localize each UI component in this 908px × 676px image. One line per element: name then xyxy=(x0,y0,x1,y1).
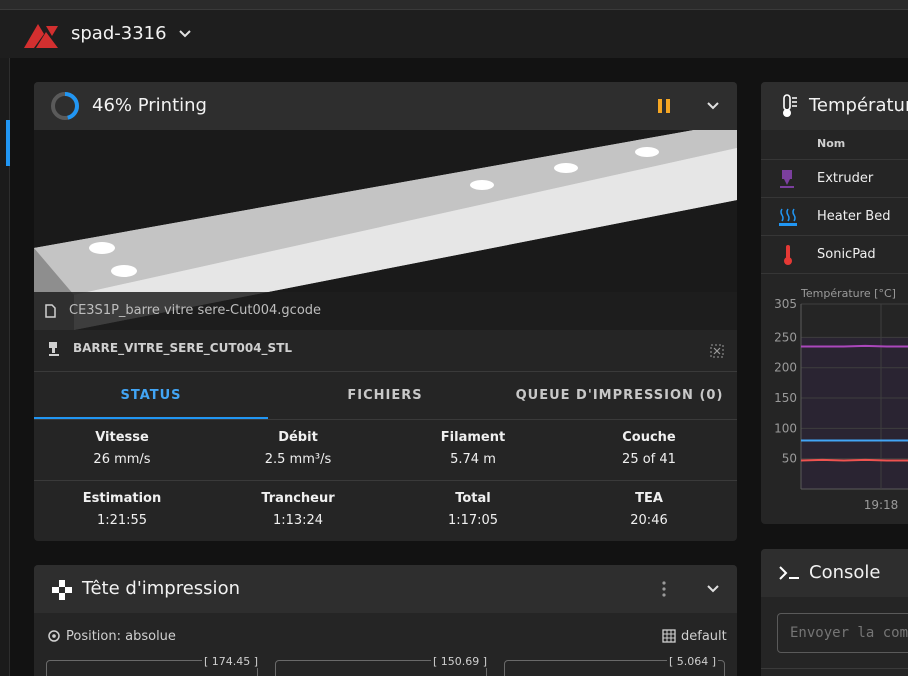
nav-active-indicator[interactable] xyxy=(6,120,10,166)
collapse-chevron-icon[interactable] xyxy=(706,582,720,596)
tab-files[interactable]: FICHIERS xyxy=(268,372,502,420)
printer-name[interactable]: spad-3316 xyxy=(71,23,167,44)
stat-total-value: 1:17:05 xyxy=(447,513,499,528)
status-card: 46% Printing CE3S1P_barre vitre sere-Cut… xyxy=(34,82,737,541)
divider xyxy=(761,668,908,669)
heater-bed-icon xyxy=(779,208,797,226)
divider xyxy=(34,480,737,481)
object-icon xyxy=(49,342,59,356)
stat-filament-value: 5.74 m xyxy=(450,452,496,467)
collapse-chevron-icon[interactable] xyxy=(706,99,720,113)
stat-filament-label: Filament xyxy=(440,430,506,445)
sensor-name: Extruder xyxy=(817,171,874,186)
stat-eta-value: 20:46 xyxy=(630,513,668,528)
stat-flow-label: Débit xyxy=(278,430,318,445)
position-mode-label: Position: absolue xyxy=(66,629,176,644)
extruder-icon xyxy=(780,170,794,188)
column-name-header: Nom xyxy=(817,137,846,150)
chevron-down-icon[interactable] xyxy=(178,27,192,41)
chart-y-tick-label: 305 xyxy=(774,297,797,311)
window-top-strip xyxy=(0,0,908,10)
sensor-row-sonicpad[interactable]: SonicPad xyxy=(761,235,908,273)
stat-layer-label: Couche xyxy=(622,430,676,445)
stat-total-label: Total xyxy=(455,491,491,506)
print-status-title: 46% Printing xyxy=(92,95,207,116)
thermometer-icon xyxy=(783,94,797,117)
object-name: BARRE_VITRE_SERE_CUT004_STL xyxy=(73,341,293,355)
progress-ring-icon xyxy=(51,92,79,120)
chart-y-tick-label: 50 xyxy=(782,452,797,466)
chart-y-tick-label: 100 xyxy=(774,421,797,435)
chart-x-tick-label: 19:18 xyxy=(864,498,899,512)
status-card-header: 46% Printing xyxy=(34,82,737,130)
stat-estimate-label: Estimation xyxy=(82,491,162,506)
more-vertical-icon[interactable] xyxy=(661,580,667,598)
printer-brand-logo-icon[interactable] xyxy=(22,20,60,50)
position-y-max: [ 150.69 ] xyxy=(431,655,490,668)
app-bar: spad-3316 xyxy=(0,10,908,58)
chart-series-line-extruder xyxy=(801,344,908,348)
position-z-max: [ 5.064 ] xyxy=(667,655,719,668)
stat-eta-label: TEA xyxy=(635,491,663,506)
console-card-header: Console xyxy=(761,549,908,597)
filename-overlay: CE3S1P_barre vitre sere-Cut004.gcode xyxy=(34,292,737,330)
thermometer-icon xyxy=(784,245,792,265)
chart-y-tick-label: 200 xyxy=(774,361,797,375)
tab-status[interactable]: STATUS xyxy=(34,372,268,420)
stat-speed-label: Vitesse xyxy=(95,430,149,445)
console-command-input[interactable] xyxy=(777,613,908,653)
file-icon xyxy=(45,304,56,318)
chart-y-tick-label: 250 xyxy=(774,330,797,344)
chart-y-tick-label: 150 xyxy=(774,391,797,405)
sensor-name: SonicPad xyxy=(817,247,876,262)
profile-label[interactable]: default xyxy=(681,629,727,644)
console-prompt-icon xyxy=(779,566,799,580)
divider xyxy=(761,273,908,274)
temperature-chart: Température [°C]305 250 200 150 100 50 19:18 xyxy=(761,285,908,517)
stat-speed-value: 26 mm/s xyxy=(93,452,151,467)
gamepad-icon xyxy=(52,580,72,600)
console-title: Console xyxy=(809,562,881,583)
gcode-filename: CE3S1P_barre vitre sere-Cut004.gcode xyxy=(69,303,322,318)
grid-icon xyxy=(662,629,676,643)
position-x-max: [ 174.45 ] xyxy=(202,655,261,668)
chart-plot-area xyxy=(801,337,908,489)
tab-print-queue[interactable]: QUEUE D'IMPRESSION (0) xyxy=(502,372,737,420)
stat-flow-value: 2.5 mm³/s xyxy=(264,452,332,467)
temperature-title: Températures xyxy=(809,95,908,116)
chart-y-axis-label: Température [°C] xyxy=(800,287,896,300)
toolhead-title: Tête d'impression xyxy=(82,578,240,599)
sensor-row-heater-bed[interactable]: Heater Bed xyxy=(761,197,908,235)
chart-series-line-sonicpad xyxy=(800,458,908,462)
sensor-row-extruder[interactable]: Extruder xyxy=(761,159,908,197)
toolhead-card-header: Tête d'impression xyxy=(34,565,737,613)
exclude-object-icon[interactable] xyxy=(710,344,724,358)
stat-slicer-value: 1:13:24 xyxy=(272,513,324,528)
divider xyxy=(34,419,737,420)
stat-slicer-label: Trancheur xyxy=(261,491,335,506)
stat-layer-value: 25 of 41 xyxy=(622,452,676,467)
console-card: Console xyxy=(761,549,908,676)
sensor-name: Heater Bed xyxy=(817,209,891,224)
pause-icon[interactable] xyxy=(657,98,671,114)
temperature-card-header: Températures xyxy=(761,82,908,130)
crosshair-icon xyxy=(48,630,60,642)
stat-estimate-value: 1:21:55 xyxy=(96,513,148,528)
